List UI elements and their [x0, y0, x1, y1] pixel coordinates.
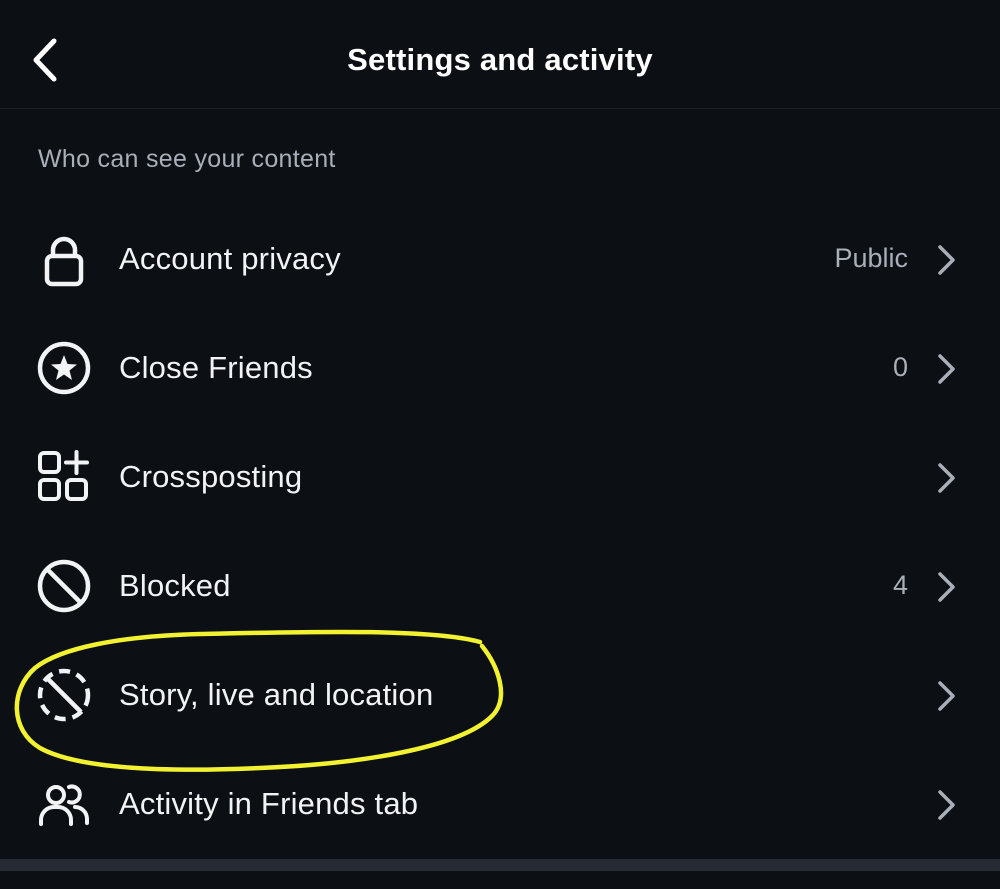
- chevron-right-icon: [938, 572, 955, 602]
- chevron-right-icon: [938, 354, 955, 384]
- crossposting-icon: [36, 449, 92, 505]
- section-divider: [0, 859, 1000, 871]
- setting-row-story-live-location[interactable]: Story, live and location: [0, 641, 1000, 750]
- page-title: Settings and activity: [347, 42, 653, 77]
- setting-value: 4: [892, 570, 908, 600]
- setting-label: Story, live and location: [119, 677, 434, 712]
- setting-row-blocked[interactable]: Blocked 4: [0, 532, 1000, 641]
- setting-label: Activity in Friends tab: [119, 786, 419, 821]
- chevron-right-icon: [938, 681, 955, 711]
- setting-label: Crossposting: [119, 459, 303, 494]
- chevron-right-icon: [938, 245, 955, 275]
- setting-row-crossposting[interactable]: Crossposting: [0, 423, 1000, 532]
- story-hidden-icon: [36, 667, 92, 723]
- section-title: Who can see your content: [38, 145, 336, 173]
- next-section-edge: [0, 871, 1000, 889]
- lock-icon: [36, 231, 92, 287]
- settings-page: Settings and activity Who can see your c…: [0, 0, 1000, 889]
- chevron-right-icon: [938, 463, 955, 493]
- star-circle-icon: [36, 340, 92, 396]
- chevron-right-icon: [938, 790, 955, 820]
- setting-label: Account privacy: [119, 241, 341, 276]
- setting-label: Close Friends: [119, 350, 313, 385]
- setting-label: Blocked: [119, 568, 231, 603]
- setting-row-activity-friends-tab[interactable]: Activity in Friends tab: [0, 750, 1000, 859]
- blocked-icon: [36, 558, 92, 614]
- setting-value: 0: [892, 352, 908, 382]
- friends-icon: [36, 776, 92, 832]
- setting-value: Public: [834, 243, 908, 273]
- header: Settings and activity: [0, 0, 1000, 109]
- setting-row-account-privacy[interactable]: Account privacy Public: [0, 205, 1000, 314]
- setting-row-close-friends[interactable]: Close Friends 0: [0, 314, 1000, 423]
